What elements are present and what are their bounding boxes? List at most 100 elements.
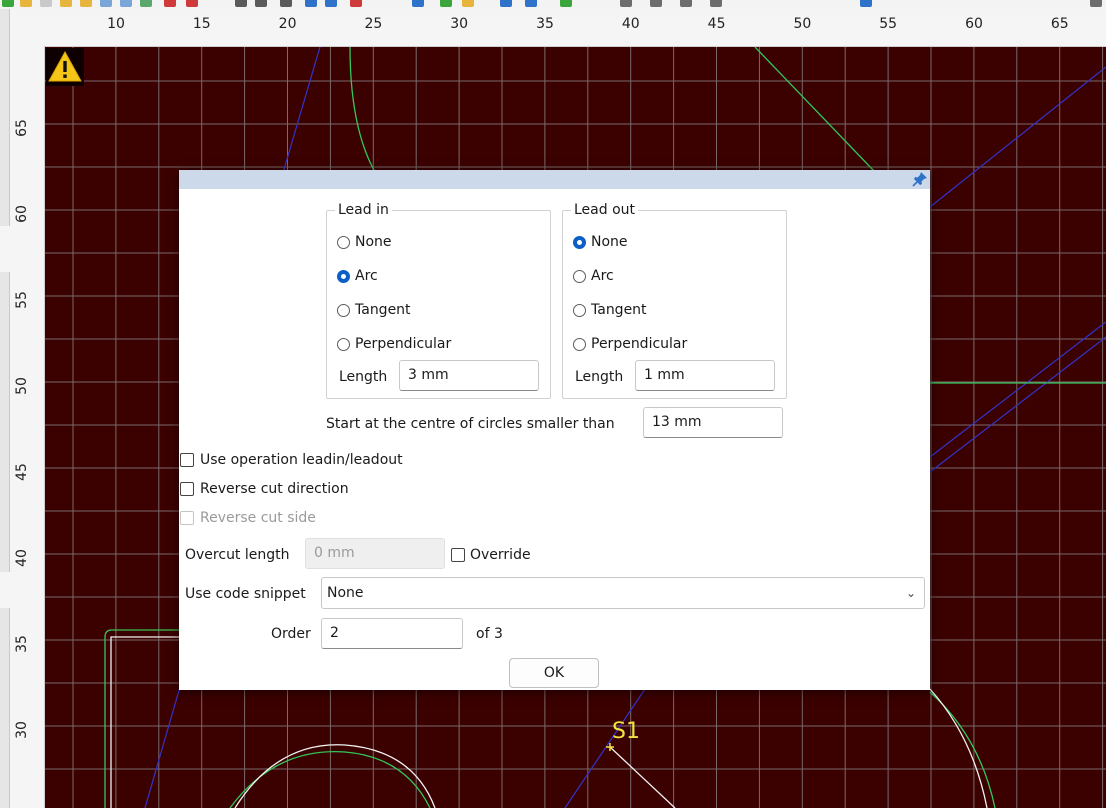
top-ruler: 10 15 20 25 30 35 40 45 50 55 60 65 xyxy=(0,9,1106,47)
code-snippet-value: None xyxy=(327,585,364,601)
toolbar-zoomout-icon[interactable] xyxy=(680,0,692,7)
radio-selected-icon xyxy=(337,269,350,283)
ruler-tick-label: 45 xyxy=(14,463,30,481)
override-label: Override xyxy=(470,547,531,563)
lead-out-title: Lead out xyxy=(571,201,639,219)
ruler-tick-label: 20 xyxy=(278,16,297,32)
radio-selected-icon xyxy=(573,235,586,249)
white-arc xyxy=(929,688,988,808)
white-outline xyxy=(110,636,179,808)
toolbar-view-icon[interactable] xyxy=(860,0,872,7)
toolbar-save-icon[interactable] xyxy=(40,0,52,7)
ruler-corner xyxy=(0,9,10,46)
toolbar-rect-icon[interactable] xyxy=(325,0,337,7)
lead-out-option-perpendicular[interactable]: Perpendicular xyxy=(573,334,687,354)
code-snippet-select[interactable]: None ⌄ xyxy=(321,577,925,609)
toolbar-zoomin-icon[interactable] xyxy=(650,0,662,7)
toolbar-order-icon[interactable] xyxy=(500,0,512,7)
circle-threshold-input[interactable]: 13 mm xyxy=(643,407,783,438)
ruler-tick-label: 35 xyxy=(14,635,30,653)
warning-icon[interactable] xyxy=(46,48,84,86)
radio-icon xyxy=(337,337,350,351)
reverse-direction-checkbox[interactable] xyxy=(180,482,194,496)
leadin-dialog: Lead in None Arc Tangent Perpendicular L… xyxy=(179,170,930,690)
overcut-label: Overcut length xyxy=(185,547,290,563)
toolbar-layer-icon[interactable] xyxy=(350,0,362,7)
lead-in-option-perpendicular[interactable]: Perpendicular xyxy=(337,334,451,354)
lead-in-length-label: Length xyxy=(339,369,388,385)
toolbar-export-icon[interactable] xyxy=(140,0,152,7)
lead-out-length-label: Length xyxy=(575,369,624,385)
toolbar-copy-icon[interactable] xyxy=(100,0,112,7)
ruler-tick-label: 65 xyxy=(1050,16,1069,32)
toolbar-node-icon[interactable] xyxy=(412,0,424,7)
overcut-input: 0 mm xyxy=(305,538,445,569)
ruler-tick-label: 15 xyxy=(192,16,211,32)
toolbar-folder2-icon[interactable] xyxy=(80,0,92,7)
blue-line xyxy=(929,66,1106,208)
left-ruler: 65 60 55 50 45 40 35 30 xyxy=(0,46,45,808)
toolbar-redo-icon[interactable] xyxy=(255,0,267,7)
lead-out-option-none[interactable]: None xyxy=(573,232,628,252)
blue-line xyxy=(564,688,646,808)
toolbar-new-icon[interactable] xyxy=(2,0,14,7)
toolbar-cut-icon[interactable] xyxy=(186,0,198,7)
radio-label: Perpendicular xyxy=(355,336,452,352)
toolbar-run-icon[interactable] xyxy=(560,0,572,7)
toolbar-undo-icon[interactable] xyxy=(235,0,247,7)
order-input[interactable]: 2 xyxy=(321,618,463,649)
override-checkbox[interactable] xyxy=(451,548,465,562)
toolbar-select-icon[interactable] xyxy=(305,0,317,7)
ruler-tick-label: 45 xyxy=(707,16,726,32)
ruler-tick-label: 65 xyxy=(14,119,30,137)
radio-icon xyxy=(573,269,586,283)
lead-in-option-tangent[interactable]: Tangent xyxy=(337,300,411,320)
ruler-tick-label: 30 xyxy=(450,16,469,32)
lead-in-length-input[interactable]: 3 mm xyxy=(399,360,539,391)
green-arc xyxy=(349,47,376,173)
lead-in-option-arc[interactable]: Arc xyxy=(337,266,378,286)
ruler-tick-label: 55 xyxy=(14,291,30,309)
white-line xyxy=(609,746,676,808)
toolbar-zoom-icon[interactable] xyxy=(620,0,632,7)
ruler-tick-label: 30 xyxy=(14,721,30,739)
lead-in-group: Lead in None Arc Tangent Perpendicular L… xyxy=(326,201,551,399)
ruler-tick-label: 35 xyxy=(536,16,554,32)
white-circle xyxy=(234,744,436,808)
lead-in-title: Lead in xyxy=(335,201,392,219)
pin-icon[interactable] xyxy=(912,171,928,187)
order-label: Order xyxy=(271,626,311,642)
radio-icon xyxy=(337,235,350,249)
reverse-side-label: Reverse cut side xyxy=(200,510,316,526)
lead-out-option-arc[interactable]: Arc xyxy=(573,266,614,286)
ruler-tick-label: 40 xyxy=(621,16,640,32)
ok-button[interactable]: OK xyxy=(509,658,599,688)
radio-icon xyxy=(337,303,350,317)
ruler-tick-label: 50 xyxy=(793,16,812,32)
lead-out-group: Lead out None Arc Tangent Perpendicular … xyxy=(562,201,787,399)
radio-label: Perpendicular xyxy=(591,336,688,352)
lead-out-length-input[interactable]: 1 mm xyxy=(635,360,775,391)
toolbar-link-icon[interactable] xyxy=(280,0,292,7)
toolbar-open-icon[interactable] xyxy=(20,0,32,7)
toolbar-fit-icon[interactable] xyxy=(710,0,722,7)
toolbar-op-icon[interactable] xyxy=(440,0,452,7)
ruler-tick-label: 55 xyxy=(879,16,898,32)
toolbar-sim-icon[interactable] xyxy=(525,0,537,7)
toolbar-settings-icon[interactable] xyxy=(1090,0,1102,7)
radio-icon xyxy=(573,337,586,351)
use-operation-leadin-checkbox[interactable] xyxy=(180,453,194,467)
radio-label: Arc xyxy=(591,268,614,284)
lead-in-option-none[interactable]: None xyxy=(337,232,392,252)
toolbar-folder-icon[interactable] xyxy=(60,0,72,7)
code-snippet-label: Use code snippet xyxy=(185,586,306,602)
toolbar-paste-icon[interactable] xyxy=(120,0,132,7)
radio-label: None xyxy=(355,234,392,250)
use-operation-leadin-label: Use operation leadin/leadout xyxy=(200,452,403,468)
dialog-title-bar[interactable] xyxy=(179,170,930,189)
toolbar-tab-icon[interactable] xyxy=(462,0,474,7)
radio-label: None xyxy=(591,234,628,250)
lead-out-option-tangent[interactable]: Tangent xyxy=(573,300,647,320)
start-marker-label: S1 xyxy=(612,719,640,744)
toolbar-delete-icon[interactable] xyxy=(164,0,176,7)
